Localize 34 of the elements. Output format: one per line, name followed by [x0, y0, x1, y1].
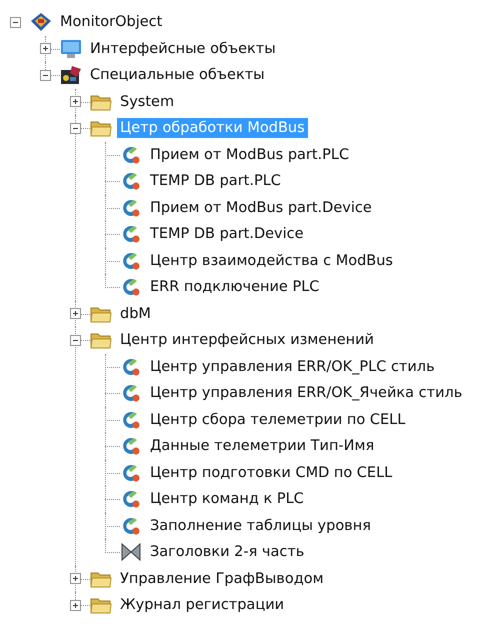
tree-item-label[interactable]: TEMP DB part.Device	[147, 224, 307, 244]
tree-item-label[interactable]: Прием от ModBus part.PLC	[147, 144, 352, 165]
tree-item-label[interactable]: Центр команд к PLC	[147, 489, 307, 510]
tree-item-label[interactable]: Центр подготовки CMD по CELL	[147, 462, 396, 483]
tree-item-label[interactable]: Управление ГрафВыводом	[117, 568, 327, 589]
expand-toggle[interactable]	[70, 573, 80, 584]
monitor-icon	[60, 38, 82, 59]
tree-item-label[interactable]: ERR подключение PLC	[147, 277, 322, 298]
tree-item-label[interactable]: Центр интерфейсных изменений	[117, 330, 377, 350]
tree-item-label[interactable]: Прием от ModBus part.Device	[147, 198, 375, 218]
expand-toggle[interactable]	[70, 600, 80, 611]
collapse-toggle[interactable]	[40, 70, 50, 81]
collapse-toggle[interactable]	[70, 122, 80, 134]
tree-item-label[interactable]: Центр управления ERR/OK_Ячейка стиль	[147, 383, 466, 404]
expand-toggle[interactable]	[70, 96, 80, 108]
tree-item-label[interactable]: TEMP DB part.PLC	[147, 171, 284, 192]
tree-item-label[interactable]: dbM	[117, 304, 154, 324]
collapse-toggle[interactable]	[10, 16, 20, 28]
collapse-toggle[interactable]	[70, 334, 80, 346]
tree-item-label[interactable]: Специальные объекты	[87, 65, 268, 86]
tree-item-label[interactable]: Интерфейсные объекты	[87, 38, 279, 59]
tree-item-label[interactable]: Центр взаимодейства с ModBus	[147, 250, 396, 271]
tree-item-label[interactable]: Данные телеметрии Тип-Имя	[147, 436, 378, 456]
tree-item-label[interactable]: Журнал регистрации	[117, 595, 288, 616]
tree-item-label[interactable]: System	[117, 92, 178, 112]
diamond-icon	[30, 12, 52, 32]
valve-icon	[120, 542, 142, 562]
tree-item-label[interactable]: Заполнение таблицы уровня	[147, 516, 374, 536]
tree-item-label[interactable]: Заголовки 2-я часть	[147, 542, 308, 562]
tree-item-label[interactable]: Центр сбора телеметрии по CELL	[147, 410, 408, 430]
expand-toggle[interactable]	[40, 43, 50, 54]
tree-item-label[interactable]: Центр управления ERR/OK_PLC стиль	[147, 356, 438, 377]
expand-toggle[interactable]	[70, 308, 80, 320]
tree-item-label[interactable]: MonitorObject	[57, 12, 166, 32]
